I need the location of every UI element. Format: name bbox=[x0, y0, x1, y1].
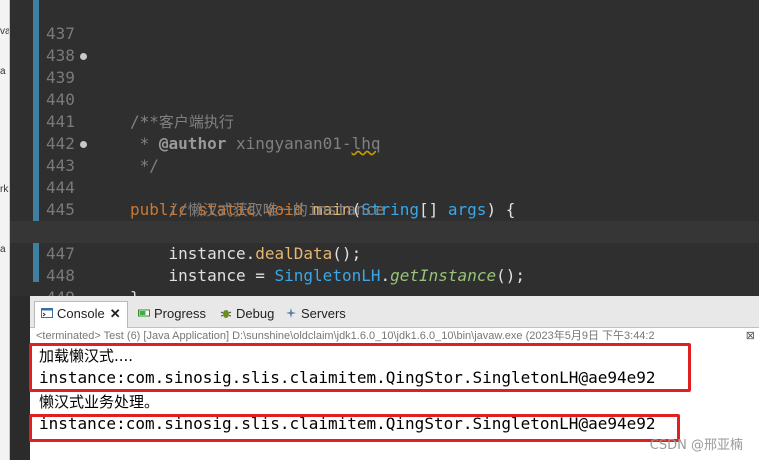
tab-console[interactable]: Console ✕ bbox=[34, 301, 128, 328]
tab-label: Debug bbox=[236, 306, 275, 321]
code-editor[interactable]: 437 438 439 /** 440 * 客户端执行 441 * @autho… bbox=[10, 0, 759, 296]
servers-icon bbox=[285, 303, 297, 318]
code-line-current: 447 instance = SingletonLH.getInstance()… bbox=[10, 221, 759, 285]
code-line: 449 bbox=[10, 265, 759, 296]
code-line: 437 bbox=[10, 1, 759, 43]
fold-toggle-icon[interactable] bbox=[80, 53, 87, 60]
console-line: 懒汉式业务处理。 bbox=[39, 393, 160, 411]
tab-progress[interactable]: Progress bbox=[138, 302, 206, 326]
code-line: 448 } bbox=[10, 243, 759, 296]
code-line: 442 */ bbox=[10, 111, 759, 175]
closing-brace: } bbox=[130, 287, 140, 296]
tab-label: Console bbox=[57, 306, 105, 321]
highlight-box bbox=[29, 343, 691, 392]
highlight-box bbox=[29, 414, 680, 442]
close-icon[interactable]: ✕ bbox=[110, 306, 121, 321]
code-line: 444 //懒汉式获取唯一的instance bbox=[10, 155, 759, 219]
code-line: 439 /** bbox=[10, 45, 759, 131]
tab-label: Servers bbox=[301, 306, 346, 321]
watermark: CSDN @邢亚楠 bbox=[649, 438, 743, 453]
process-status: <terminated> Test (6) [Java Application]… bbox=[30, 329, 759, 343]
code-line: 441 * @author xingyanan01-lhq bbox=[10, 89, 759, 153]
progress-icon bbox=[138, 303, 150, 317]
sidebar-fragment: va bbox=[0, 26, 10, 37]
line-number: 449 bbox=[46, 287, 80, 296]
console-toolbar-icons[interactable]: ⊠ bbox=[745, 329, 759, 343]
fold-toggle-icon[interactable] bbox=[80, 141, 87, 148]
code-line: 445 SingletonLH instance = SingletonLH.g… bbox=[10, 177, 759, 241]
code-line: 446 instance.dealData(); bbox=[10, 199, 759, 263]
debug-icon bbox=[220, 303, 232, 318]
tab-label: Progress bbox=[154, 306, 207, 321]
sidebar-fragment: a bbox=[0, 244, 6, 255]
code-line: 438 bbox=[10, 23, 759, 65]
tab-servers[interactable]: Servers bbox=[285, 302, 346, 326]
view-tab-bar: Console ✕ Progress Debug Servers bbox=[30, 296, 759, 328]
code-line: 440 * 客户端执行 bbox=[10, 67, 759, 131]
sidebar-fragment: a bbox=[0, 66, 6, 77]
tab-debug[interactable]: Debug bbox=[220, 302, 274, 326]
code-line: 443 public static void main(String[] arg… bbox=[10, 133, 759, 219]
package-explorer-edge: va a rk a bbox=[0, 0, 10, 460]
process-status-text: <terminated> Test (6) [Java Application]… bbox=[36, 330, 655, 342]
console-icon bbox=[41, 303, 53, 318]
sidebar-fragment: rk bbox=[0, 184, 9, 195]
